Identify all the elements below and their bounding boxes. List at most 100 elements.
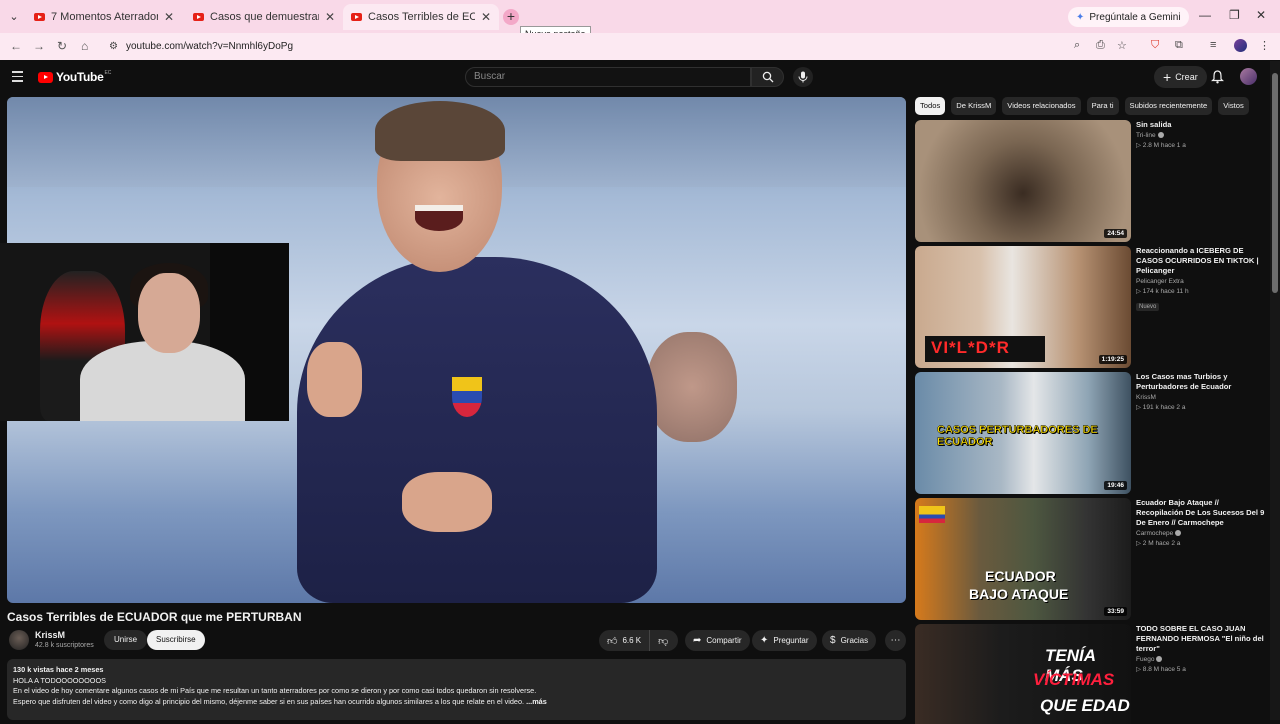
close-window-icon[interactable]: ✕ (1256, 8, 1266, 22)
recommendation-item[interactable]: CASOS PERTURBADORES DE ECUADOR 19:46 Los… (915, 372, 1267, 494)
like-button[interactable]: 👍︎ 6.6 K (599, 630, 651, 651)
video-thumbnail[interactable]: VI*L*D*R 1:19:25 (915, 246, 1131, 368)
close-tab-icon[interactable]: ✕ (164, 10, 174, 24)
youtube-header: YouTube EC Buscar + Crear (0, 61, 1268, 93)
hamburger-menu-icon[interactable] (12, 71, 23, 85)
gemini-button[interactable]: ✦ Pregúntale a Gemini (1068, 7, 1189, 27)
forward-icon[interactable]: → (33, 39, 45, 53)
youtube-favicon-icon (193, 13, 204, 21)
tab-1[interactable]: 7 Momentos Aterradores Capta ✕ (26, 4, 182, 30)
chip-videos-relacionados[interactable]: Videos relacionados (1002, 97, 1081, 115)
more-actions-icon[interactable]: ⋯ (885, 630, 906, 651)
video-thumbnail[interactable]: 24:54 (915, 120, 1131, 242)
restore-icon[interactable]: ❐ (1229, 8, 1240, 22)
recommendation-channel[interactable]: KrissM (1136, 394, 1156, 401)
description-box[interactable]: 130 k vistas hace 2 meses HOLA A TODOOOO… (7, 659, 906, 720)
url-text: youtube.com/watch?v=Nnmhl6yDoPg (125, 41, 293, 52)
new-tab-button[interactable]: + (503, 9, 519, 25)
recommendation-channel[interactable]: Carmochepe (1136, 530, 1173, 537)
super-thanks-icon: $ (830, 635, 836, 646)
zoom-icon[interactable]: ⌕ (1074, 39, 1080, 52)
reload-icon[interactable]: ↻ (57, 39, 67, 53)
page-scrollbar[interactable] (1270, 61, 1280, 720)
recommendation-channel[interactable]: Tri-line (1136, 132, 1156, 139)
recommendation-title[interactable]: TODO SOBRE EL CASO JUAN FERNANDO HERMOSA… (1136, 624, 1266, 654)
notifications-bell-icon[interactable] (1211, 70, 1224, 84)
join-button[interactable]: Unirse (104, 630, 148, 650)
thumbnail-text: BAJO ATAQUE (969, 586, 1069, 602)
chip-subidos-recientemente[interactable]: Subidos recientemente (1124, 97, 1213, 115)
recommendation-meta: ▷ 8.8 M hace 5 a (1136, 666, 1186, 673)
recommendation-title[interactable]: Los Casos mas Turbios y Perturbadores de… (1136, 372, 1266, 392)
description-line: Espero que disfruten del video y como di… (13, 696, 525, 706)
recommendation-title[interactable]: Sin salida (1136, 120, 1266, 130)
back-icon[interactable]: ← (10, 39, 22, 53)
video-thumbnail[interactable]: TENÍA MÁS VÍCTIMAS QUE EDAD (915, 624, 1131, 724)
recommendation-meta: ▷ 174 k hace 11 h (1136, 288, 1189, 295)
recommendation-item[interactable]: ECUADOR BAJO ATAQUE 33:59 Ecuador Bajo A… (915, 498, 1267, 620)
browser-menu-icon[interactable]: ⋮ (1259, 39, 1270, 52)
tab-search-icon[interactable]: ⌄ (2, 5, 26, 29)
ecuador-flag-icon (919, 506, 945, 523)
recommendation-title[interactable]: Ecuador Bajo Ataque // Recopilación De L… (1136, 498, 1266, 528)
close-tab-icon[interactable]: ✕ (481, 10, 491, 24)
verified-check-icon (1156, 656, 1163, 663)
tab-2[interactable]: Casos que demuestran porque ✕ (185, 4, 343, 30)
thumbs-up-icon: 👍︎ (607, 635, 618, 647)
chip-de-krissm[interactable]: De KrissM (951, 97, 997, 115)
recommendation-item[interactable]: 24:54 Sin salida Tri-line ▷ 2.8 M hace 1… (915, 120, 1267, 242)
create-button[interactable]: + Crear (1154, 66, 1207, 88)
url-field[interactable]: ⚙ youtube.com/watch?v=Nnmhl6yDoPg (105, 36, 1140, 57)
site-info-icon[interactable]: ⚙ (109, 41, 118, 52)
recommendation-item[interactable]: TENÍA MÁS VÍCTIMAS QUE EDAD TODO SOBRE E… (915, 624, 1267, 724)
chip-para-ti[interactable]: Para ti (1086, 97, 1119, 115)
subscriber-count: 42.8 k suscriptores (35, 642, 94, 649)
share-button[interactable]: ➦ Compartir (685, 630, 750, 651)
ask-button[interactable]: ✦ Preguntar (752, 630, 817, 651)
share-label: Compartir (706, 636, 742, 645)
streamer-image (138, 273, 200, 353)
voice-search-button[interactable] (793, 67, 813, 87)
tab-title: Casos Terribles de ECUADOR q (368, 11, 475, 23)
media-controls-icon[interactable]: ≡ (1210, 39, 1216, 51)
extensions-puzzle-icon[interactable]: ⧉ (1175, 39, 1183, 52)
channel-name[interactable]: KrissM (35, 630, 65, 640)
browser-profile-avatar[interactable] (1234, 39, 1247, 52)
recommendation-title[interactable]: Reaccionando a ICEBERG DE CASOS OCURRIDO… (1136, 246, 1266, 276)
subscribe-button[interactable]: Suscribirse (147, 630, 205, 650)
recommendation-channel[interactable]: Pelicanger Extra (1136, 278, 1184, 285)
chip-todos[interactable]: Todos (915, 97, 946, 115)
install-app-icon[interactable]: ⎙ (1096, 39, 1105, 52)
extension-shield-icon[interactable]: ⛉ (1151, 39, 1159, 52)
duration-badge: 1:19:25 (1098, 355, 1127, 364)
bookmark-star-icon[interactable]: ☆ (1117, 39, 1127, 52)
home-icon[interactable]: ⌂ (81, 39, 88, 53)
search-button[interactable] (751, 67, 784, 87)
scrollbar-thumb[interactable] (1272, 73, 1278, 293)
recommendation-item[interactable]: VI*L*D*R 1:19:25 Reaccionando a ICEBERG … (915, 246, 1267, 368)
thanks-button[interactable]: $ Gracias (822, 630, 877, 651)
video-frame-figure (415, 205, 463, 231)
dislike-button[interactable]: 👎︎ (650, 635, 676, 647)
channel-avatar[interactable] (9, 630, 29, 650)
account-avatar[interactable] (1240, 68, 1257, 85)
description-line: En el video de hoy comentare algunos cas… (13, 686, 537, 695)
chip-vistos[interactable]: Vistos (1218, 97, 1249, 115)
sparkle-icon: ✦ (760, 635, 769, 646)
recommendation-channel[interactable]: Fuego (1136, 656, 1154, 663)
thumbnail-text: VI*L*D*R (931, 338, 1010, 357)
close-tab-icon[interactable]: ✕ (325, 10, 335, 24)
view-count-date: 130 k vistas hace 2 meses (13, 665, 104, 674)
video-frame-figure (375, 101, 505, 161)
video-thumbnail[interactable]: ECUADOR BAJO ATAQUE 33:59 (915, 498, 1131, 620)
tab-3-active[interactable]: Casos Terribles de ECUADOR q ✕ (343, 4, 499, 30)
search-input[interactable]: Buscar (465, 67, 751, 87)
thumbs-down-icon: 👎︎ (658, 635, 669, 647)
minimize-icon[interactable]: — (1199, 8, 1211, 22)
video-frame-figure (307, 342, 362, 417)
verified-check-icon (1175, 530, 1182, 537)
show-more-link[interactable]: ...más (526, 697, 547, 706)
filter-chips: Todos De KrissM Videos relacionados Para… (915, 97, 1255, 115)
video-thumbnail[interactable]: CASOS PERTURBADORES DE ECUADOR 19:46 (915, 372, 1131, 494)
youtube-logo[interactable]: YouTube EC (38, 70, 111, 84)
